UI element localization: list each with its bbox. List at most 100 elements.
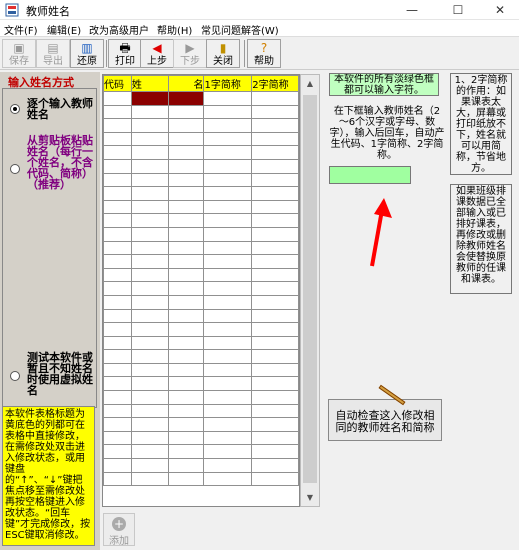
- table-cell[interactable]: [203, 362, 253, 378]
- table-cell[interactable]: [130, 471, 170, 487]
- scroll-down-icon[interactable]: ▼: [301, 489, 319, 506]
- table-scrollbar[interactable]: ▲ ▼: [300, 74, 320, 507]
- table-cell[interactable]: [251, 131, 299, 147]
- table-cell[interactable]: [251, 390, 299, 405]
- print-button[interactable]: 🖶 打印: [108, 39, 142, 68]
- table-cell[interactable]: [251, 362, 299, 378]
- maximize-icon[interactable]: ☐: [436, 0, 480, 20]
- table-cell[interactable]: [103, 213, 132, 228]
- table-cell[interactable]: [168, 131, 205, 147]
- table-row[interactable]: [103, 186, 299, 201]
- table-cell[interactable]: [251, 417, 299, 432]
- table-cell[interactable]: [103, 403, 132, 419]
- teacher-name-input[interactable]: [329, 166, 411, 184]
- table-cell[interactable]: [130, 390, 170, 405]
- table-cell[interactable]: [130, 335, 170, 351]
- table-cell[interactable]: [168, 145, 205, 160]
- table-cell[interactable]: [103, 390, 132, 405]
- table-cell[interactable]: [168, 458, 205, 473]
- minimize-icon[interactable]: —: [390, 0, 434, 20]
- scroll-thumb[interactable]: [303, 95, 317, 483]
- table-cell[interactable]: [103, 118, 132, 133]
- table-cell[interactable]: [130, 186, 170, 201]
- table-cell[interactable]: [251, 458, 299, 473]
- teacher-table-body[interactable]: 代码 姓 名 1字简称 2字简称: [103, 75, 299, 487]
- table-cell[interactable]: [203, 240, 253, 256]
- table-cell[interactable]: [203, 186, 253, 201]
- table-row[interactable]: [103, 213, 299, 228]
- table-row[interactable]: [103, 376, 299, 392]
- table-cell[interactable]: [130, 254, 170, 269]
- table-cell[interactable]: [103, 335, 132, 351]
- table-cell[interactable]: [130, 131, 170, 147]
- table-cell[interactable]: [168, 213, 205, 228]
- table-row[interactable]: [103, 403, 299, 419]
- close-icon[interactable]: ✕: [478, 0, 519, 20]
- table-row[interactable]: [103, 430, 299, 446]
- table-cell[interactable]: [168, 172, 205, 188]
- table-cell[interactable]: [203, 118, 253, 133]
- table-cell[interactable]: [251, 471, 299, 487]
- option-manual-label[interactable]: 逐个输入教师姓名: [27, 98, 97, 120]
- table-cell[interactable]: [251, 172, 299, 188]
- option-clipboard-label[interactable]: 从剪贴板粘贴姓名（每行一个姓名，不含代码、简称）（推荐）: [27, 135, 97, 190]
- table-cell[interactable]: [103, 186, 132, 201]
- table-cell[interactable]: [103, 172, 132, 188]
- table-cell[interactable]: [168, 335, 205, 351]
- table-cell[interactable]: [251, 308, 299, 324]
- table-row[interactable]: [103, 308, 299, 324]
- table-cell[interactable]: [168, 417, 205, 432]
- table-cell[interactable]: [103, 308, 132, 324]
- next-step-button[interactable]: ▶ 下步: [173, 39, 207, 68]
- table-cell[interactable]: [168, 281, 205, 296]
- menu-file[interactable]: 文件(F): [4, 22, 38, 37]
- option-manual-radio[interactable]: [10, 104, 20, 114]
- table-row[interactable]: [103, 417, 299, 432]
- table-cell[interactable]: [251, 145, 299, 160]
- table-cell[interactable]: [130, 403, 170, 419]
- table-cell[interactable]: [103, 158, 132, 174]
- table-cell[interactable]: [168, 240, 205, 256]
- table-cell[interactable]: [203, 430, 253, 446]
- table-cell[interactable]: [130, 118, 170, 133]
- table-cell[interactable]: [251, 430, 299, 446]
- table-cell[interactable]: [103, 376, 132, 392]
- check-duplicate-names-button[interactable]: 自动检查这入修改相同的教师姓名和简称: [328, 384, 442, 441]
- table-cell[interactable]: [103, 430, 132, 446]
- table-row[interactable]: [103, 390, 299, 405]
- table-row[interactable]: [103, 444, 299, 460]
- table-cell[interactable]: [130, 199, 170, 215]
- table-cell[interactable]: [251, 376, 299, 392]
- table-cell[interactable]: [251, 104, 299, 120]
- table-row[interactable]: [103, 118, 299, 133]
- table-cell[interactable]: [130, 213, 170, 228]
- table-cell[interactable]: [203, 91, 253, 106]
- table-cell[interactable]: [168, 294, 205, 310]
- table-cell[interactable]: [168, 118, 205, 133]
- table-cell[interactable]: [130, 240, 170, 256]
- table-cell[interactable]: [168, 254, 205, 269]
- table-cell[interactable]: [130, 322, 170, 337]
- table-cell[interactable]: [103, 254, 132, 269]
- table-cell[interactable]: [168, 199, 205, 215]
- table-cell[interactable]: [103, 91, 132, 106]
- table-cell[interactable]: [103, 145, 132, 160]
- restore-button[interactable]: ▥ 还原: [70, 39, 104, 68]
- table-cell[interactable]: [168, 186, 205, 201]
- table-cell[interactable]: [203, 308, 253, 324]
- table-row[interactable]: [103, 294, 299, 310]
- table-cell[interactable]: [103, 458, 132, 473]
- menu-help[interactable]: 帮助(H): [157, 22, 192, 37]
- table-cell[interactable]: [130, 376, 170, 392]
- table-cell[interactable]: [168, 362, 205, 378]
- table-cell[interactable]: [203, 376, 253, 392]
- table-cell[interactable]: [203, 131, 253, 147]
- table-cell[interactable]: [130, 281, 170, 296]
- table-cell[interactable]: [251, 240, 299, 256]
- scroll-up-icon[interactable]: ▲: [301, 75, 319, 92]
- table-cell[interactable]: [130, 362, 170, 378]
- table-cell[interactable]: [203, 267, 253, 283]
- table-row[interactable]: [103, 145, 299, 160]
- table-cell[interactable]: [130, 444, 170, 460]
- table-cell[interactable]: [251, 281, 299, 296]
